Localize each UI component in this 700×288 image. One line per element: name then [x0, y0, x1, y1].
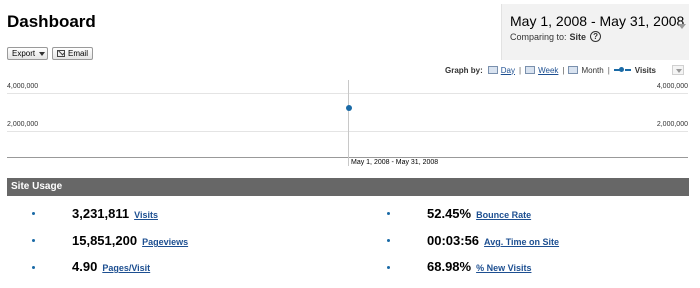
y-tick-left-mid: 2,000,000 [7, 121, 39, 128]
comparing-value: Site [569, 31, 587, 42]
calendar-month-icon [568, 66, 579, 74]
section-title: Site Usage [11, 181, 63, 192]
bullet-icon [32, 239, 35, 242]
x-axis-label: May 1, 2008 - May 31, 2008 [351, 159, 439, 166]
date-range-picker[interactable]: May 1, 2008 - May 31, 2008 Comparing to:… [501, 4, 689, 60]
bullet-icon [32, 212, 35, 215]
separator: | [519, 65, 522, 75]
metric-bounce-rate: 52.45% Bounce Rate [427, 206, 531, 221]
graph-by-month[interactable]: Month [568, 65, 604, 75]
metric-new-visits: 68.98% % New Visits [427, 259, 531, 274]
metric-value: 3,231,811 [72, 206, 130, 221]
bullet-icon [387, 239, 390, 242]
metric-link-new-visits[interactable]: % New Visits [476, 263, 531, 273]
comparing-to: Comparing to: Site ? [510, 31, 602, 42]
graph-metric-label: Visits [634, 65, 656, 75]
graph-by-label: Graph by: [445, 65, 483, 75]
metric-avg-time: 00:03:56 Avg. Time on Site [427, 233, 559, 248]
y-tick-right-mid: 2,000,000 [656, 121, 688, 128]
caret-down-icon [39, 51, 46, 56]
graph-by-controls: Graph by: Day | Week | Month | Visits [445, 65, 684, 75]
help-icon[interactable]: ? [590, 31, 602, 42]
metric-value: 68.98% [427, 259, 472, 274]
metric-link-avg-time[interactable]: Avg. Time on Site [484, 237, 559, 247]
metric-link-visits[interactable]: Visits [134, 210, 158, 220]
metric-value: 4.90 [72, 259, 98, 274]
data-point-visits[interactable] [345, 104, 352, 111]
date-range-text: May 1, 2008 - May 31, 2008 [510, 13, 685, 29]
page-title: Dashboard [7, 12, 96, 31]
site-usage-header: Site Usage [7, 178, 689, 196]
y-tick-right-top: 4,000,000 [656, 83, 688, 90]
graph-by-day[interactable]: Day [487, 65, 516, 75]
calendar-week-icon [525, 66, 536, 74]
bullet-icon [387, 212, 390, 215]
metric-link-pageviews[interactable]: Pageviews [142, 237, 188, 247]
metric-visits: 3,231,811 Visits [72, 206, 158, 221]
export-button[interactable]: Export [7, 47, 48, 60]
series-line-icon [613, 66, 631, 74]
graph-by-week[interactable]: Week [525, 66, 558, 75]
comparing-label: Comparing to: [510, 31, 567, 42]
mail-icon [57, 50, 65, 57]
bullet-icon [32, 266, 35, 269]
chevron-down-icon[interactable] [678, 24, 686, 29]
bullet-icon [387, 266, 390, 269]
export-button-label: Export [12, 49, 36, 58]
graph-by-month-label: Month [581, 65, 604, 75]
calendar-day-icon [487, 66, 498, 74]
separator: | [607, 65, 610, 75]
email-button[interactable]: Email [52, 47, 93, 60]
metric-value: 15,851,200 [72, 233, 138, 248]
metric-link-bounce-rate[interactable]: Bounce Rate [476, 210, 531, 220]
metric-link-pages-visit[interactable]: Pages/Visit [102, 263, 150, 273]
email-button-label: Email [67, 49, 88, 58]
metric-dropdown[interactable] [672, 65, 684, 75]
metric-pageviews: 15,851,200 Pageviews [72, 233, 188, 248]
y-tick-left-top: 4,000,000 [7, 83, 39, 90]
graph-by-week-label: Week [538, 65, 559, 75]
metric-pages-visit: 4.90 Pages/Visit [72, 259, 150, 274]
metric-value: 52.45% [427, 206, 472, 221]
separator: | [562, 65, 565, 75]
x-marker-line [348, 80, 349, 166]
metric-value: 00:03:56 [427, 233, 480, 248]
graph-by-day-label: Day [500, 65, 516, 75]
